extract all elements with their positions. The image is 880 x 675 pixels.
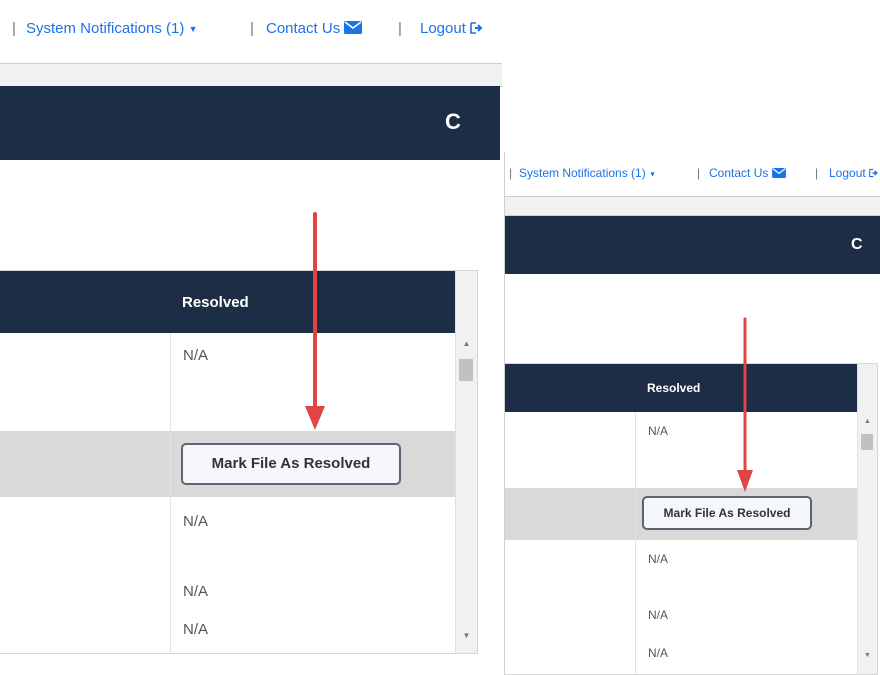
nav-separator: | <box>12 20 16 37</box>
scroll-up-arrow-icon[interactable]: ▲ <box>858 418 877 425</box>
scroll-up-arrow-icon[interactable]: ▲ <box>456 339 477 348</box>
resolved-cell: Mark File As Resolved <box>170 431 455 497</box>
mark-file-resolved-button[interactable]: Mark File As Resolved <box>181 443 401 485</box>
screenshot-panel-large: | System Notifications (1) ▼ | Contact U… <box>0 0 502 675</box>
table-row-highlighted: Mark File As Resolved <box>505 488 857 541</box>
resolved-cell: N/A <box>635 636 857 674</box>
annotation-arrow-icon <box>305 212 325 430</box>
system-notifications-label: System Notifications (1) <box>26 20 185 37</box>
caret-down-icon: ▼ <box>649 169 657 179</box>
envelope-icon <box>344 21 363 34</box>
table-header: Resolved <box>0 271 455 333</box>
scrollbar-thumb[interactable] <box>459 359 473 381</box>
resolved-cell: N/A <box>635 540 857 596</box>
contact-us-label: Contact Us <box>709 166 769 180</box>
table-row-highlighted: Mark File As Resolved <box>0 431 455 498</box>
table-row: N/A <box>505 636 857 674</box>
nav-separator: | <box>697 166 701 180</box>
nav-separator: | <box>250 20 254 37</box>
table-row: N/A <box>505 540 857 597</box>
column-header-resolved: Resolved <box>647 381 701 395</box>
table-row: N/A <box>0 333 455 432</box>
table-header: Resolved <box>505 364 857 412</box>
scroll-down-arrow-icon[interactable]: ▼ <box>456 631 477 640</box>
resolved-cell: N/A <box>170 497 454 569</box>
logout-label: Logout <box>829 166 866 180</box>
envelope-icon <box>771 168 786 178</box>
nav-separator: | <box>398 20 402 37</box>
page-header-bar: C <box>0 86 500 160</box>
table-row: N/A <box>505 596 857 637</box>
resolved-cell: N/A <box>170 569 454 609</box>
annotation-arrow-icon <box>737 317 753 492</box>
files-table: Resolved N/A Mark File As Resolved N/A N… <box>505 363 878 675</box>
contact-us-link[interactable]: Contact Us <box>266 20 363 37</box>
nav-separator: | <box>509 166 513 180</box>
page-header-bar: C <box>505 216 880 274</box>
caret-down-icon: ▼ <box>188 24 198 35</box>
logout-link[interactable]: Logout <box>420 20 484 37</box>
top-nav: | System Notifications (1) ▼ | Contact U… <box>0 0 502 62</box>
logout-label: Logout <box>420 20 466 37</box>
scrollbar-thumb[interactable] <box>861 434 873 450</box>
sub-bar <box>0 63 502 87</box>
system-notifications-link[interactable]: System Notifications (1) ▼ <box>519 166 656 180</box>
resolved-cell: N/A <box>635 596 857 636</box>
screenshot-panel-small: | System Notifications (1) ▼ | Contact U… <box>504 152 880 675</box>
table-row: N/A <box>0 497 455 570</box>
logout-link[interactable]: Logout <box>829 166 879 180</box>
system-notifications-label: System Notifications (1) <box>519 166 646 180</box>
table-scrollbar[interactable]: ▲ ▼ <box>857 364 877 674</box>
files-table: Resolved N/A Mark File As Resolved N/A N… <box>0 270 478 654</box>
contact-us-label: Contact Us <box>266 20 341 37</box>
refresh-icon[interactable]: C <box>445 109 461 135</box>
table-row: N/A <box>0 569 455 610</box>
scroll-down-arrow-icon[interactable]: ▼ <box>858 652 877 659</box>
table-scrollbar[interactable]: ▲ ▼ <box>455 271 477 653</box>
logout-icon <box>470 22 483 34</box>
logout-icon <box>869 168 878 178</box>
system-notifications-link[interactable]: System Notifications (1) ▼ <box>26 20 197 37</box>
nav-separator: | <box>815 166 819 180</box>
column-header-resolved: Resolved <box>182 293 249 311</box>
resolved-cell: N/A <box>170 609 454 653</box>
refresh-icon[interactable]: C <box>851 236 863 254</box>
contact-us-link[interactable]: Contact Us <box>709 166 786 180</box>
top-nav: | System Notifications (1) ▼ | Contact U… <box>505 152 880 194</box>
sub-bar <box>505 196 880 216</box>
table-row: N/A <box>0 609 455 653</box>
mark-file-resolved-button[interactable]: Mark File As Resolved <box>642 496 812 530</box>
table-row: N/A <box>505 412 857 489</box>
